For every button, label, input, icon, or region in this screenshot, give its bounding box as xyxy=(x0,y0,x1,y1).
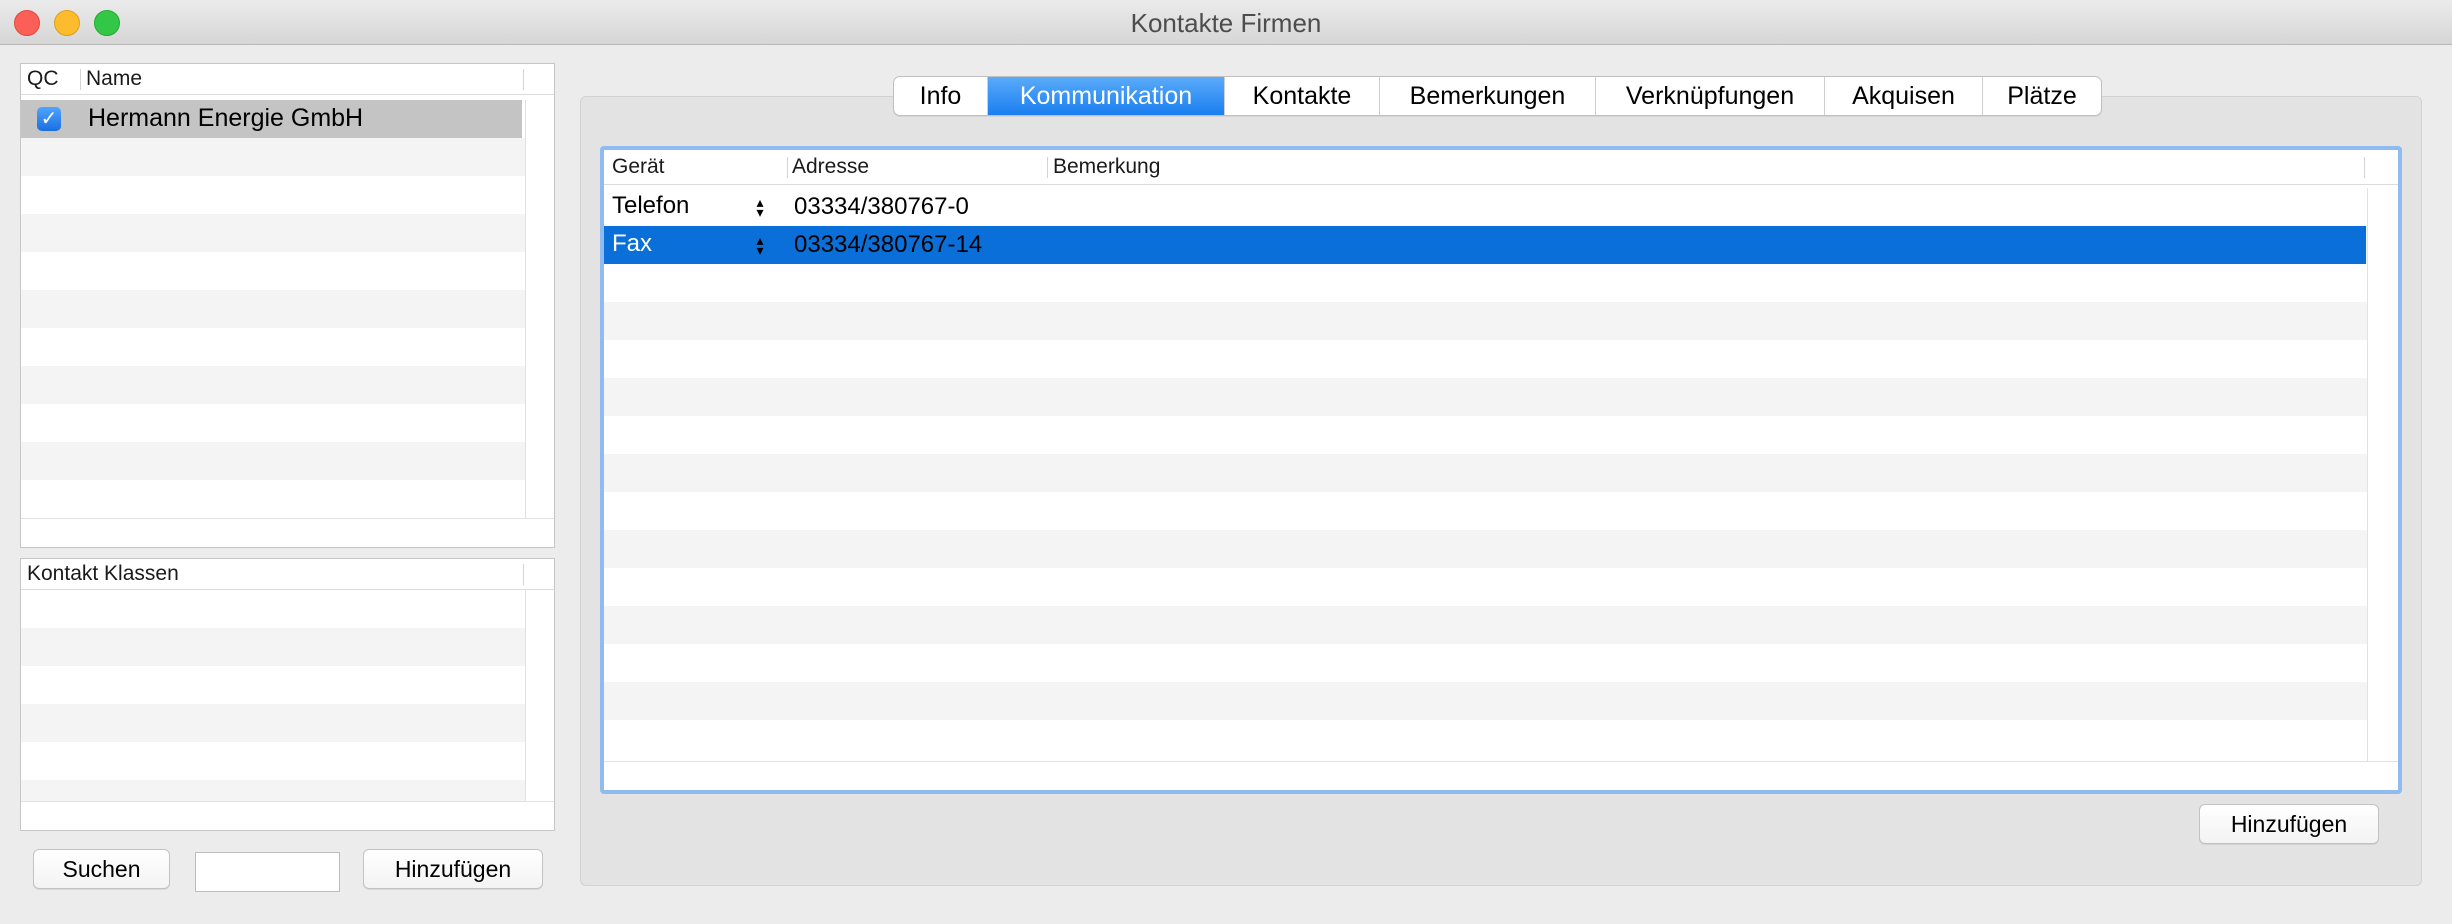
column-header-contact-classes[interactable]: Kontakt Klassen xyxy=(27,562,179,586)
horizontal-scrollbar[interactable] xyxy=(21,518,554,547)
contact-classes-rows xyxy=(21,590,526,830)
tab-kommunikation[interactable]: Kommunikation xyxy=(988,77,1225,115)
companies-table-header: QC Name xyxy=(21,64,554,95)
device-select[interactable]: Fax xyxy=(612,230,652,258)
vertical-scrollbar[interactable] xyxy=(525,590,554,802)
communication-table-header: Gerät Adresse Bemerkung xyxy=(604,150,2398,185)
device-select[interactable]: Telefon xyxy=(612,192,689,220)
add-company-button[interactable]: Hinzufügen xyxy=(363,849,543,889)
search-button[interactable]: Suchen xyxy=(33,849,170,889)
company-name: Hermann Energie GmbH xyxy=(88,104,364,132)
tab-bemerkungen[interactable]: Bemerkungen xyxy=(1380,77,1596,115)
vertical-scrollbar[interactable] xyxy=(525,100,554,519)
qc-checkbox[interactable]: ✓ xyxy=(37,107,61,131)
up-down-arrows-icon[interactable]: ▴ ▾ xyxy=(754,195,766,219)
horizontal-scrollbar[interactable] xyxy=(21,801,554,830)
table-row[interactable]: Telefon ▴ ▾ 03334/380767-0 xyxy=(604,188,2366,226)
column-header-name[interactable]: Name xyxy=(86,67,142,91)
tab-info[interactable]: Info xyxy=(894,77,988,115)
companies-table[interactable]: QC Name ✓ Hermann Energie GmbH xyxy=(20,63,555,548)
column-header-qc[interactable]: QC xyxy=(27,67,59,91)
contact-classes-table[interactable]: Kontakt Klassen xyxy=(20,558,555,831)
table-row[interactable]: ✓ Hermann Energie GmbH xyxy=(21,100,522,138)
title-bar: Kontakte Firmen xyxy=(0,0,2452,45)
tab-bar: Info Kommunikation Kontakte Bemerkungen … xyxy=(893,76,2102,116)
companies-rows xyxy=(21,100,526,547)
search-input[interactable] xyxy=(195,852,340,892)
communication-table[interactable]: Gerät Adresse Bemerkung Telefon ▴ ▾ 03334… xyxy=(600,146,2402,794)
column-header-address[interactable]: Adresse xyxy=(792,155,869,179)
tab-kontakte[interactable]: Kontakte xyxy=(1225,77,1380,115)
address-cell[interactable]: 03334/380767-14 xyxy=(794,231,982,259)
add-communication-button[interactable]: Hinzufügen xyxy=(2199,804,2379,844)
contact-classes-header: Kontakt Klassen xyxy=(21,559,554,590)
tab-plaetze[interactable]: Plätze xyxy=(1983,77,2101,115)
window: Kontakte Firmen QC Name ✓ Hermann Energi… xyxy=(0,0,2452,924)
up-down-arrows-icon[interactable]: ▴ ▾ xyxy=(754,233,766,257)
tab-akquisen[interactable]: Akquisen xyxy=(1825,77,1983,115)
horizontal-scrollbar[interactable] xyxy=(604,761,2398,790)
column-header-device[interactable]: Gerät xyxy=(612,155,665,179)
communication-rows xyxy=(604,188,2368,758)
tab-verknuepfungen[interactable]: Verknüpfungen xyxy=(1596,77,1825,115)
address-cell[interactable]: 03334/380767-0 xyxy=(794,193,969,221)
table-row-selected[interactable]: Fax ▴ ▾ 03334/380767-14 xyxy=(604,226,2366,264)
vertical-scrollbar[interactable] xyxy=(2367,188,2398,762)
column-header-note[interactable]: Bemerkung xyxy=(1053,155,1160,179)
window-title: Kontakte Firmen xyxy=(1130,8,1322,38)
